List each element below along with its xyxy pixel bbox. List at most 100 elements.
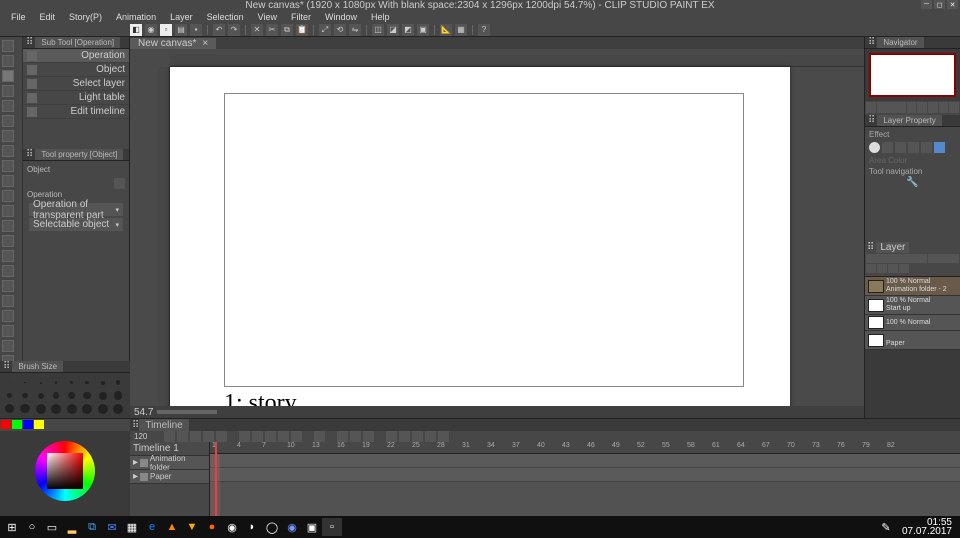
maximize-button[interactable]: ◻ xyxy=(934,0,945,9)
search-icon[interactable] xyxy=(114,178,125,189)
tl-addcel-icon[interactable] xyxy=(337,431,348,442)
tl-delkey-icon[interactable] xyxy=(399,431,410,442)
tl-split-icon[interactable] xyxy=(425,431,436,442)
panel-grip-icon[interactable]: ⠿ xyxy=(868,115,875,126)
frame-tool-icon[interactable] xyxy=(2,310,14,322)
system-clock[interactable]: 01:55 07.07.2017 xyxy=(896,518,958,536)
menu-file[interactable]: File xyxy=(4,12,33,22)
brush-size-cell[interactable] xyxy=(97,377,108,388)
layer-item[interactable]: 100 % Normal xyxy=(865,315,960,331)
tl-zoom-in-icon[interactable] xyxy=(203,431,214,442)
select-all-icon[interactable]: ◫ xyxy=(372,24,384,36)
nav-zoom-slider[interactable] xyxy=(877,102,906,113)
eyedropper-icon[interactable] xyxy=(2,145,14,157)
subtool-item[interactable]: Edit timeline xyxy=(23,105,129,119)
brush-size-cell[interactable] xyxy=(51,377,62,388)
taskview-icon[interactable]: ▭ xyxy=(42,518,62,536)
color-swatch[interactable] xyxy=(23,420,33,429)
border-icon[interactable]: ▣ xyxy=(417,24,429,36)
brush-size-cell[interactable] xyxy=(97,390,108,401)
discord-icon[interactable]: ◉ xyxy=(282,518,302,536)
app2-icon[interactable]: ▣ xyxy=(302,518,322,536)
brush-size-cell[interactable] xyxy=(4,403,15,414)
tl-next-icon[interactable] xyxy=(278,431,289,442)
rotate-icon[interactable]: ⟲ xyxy=(334,24,346,36)
calc-icon[interactable]: ▦ xyxy=(122,518,142,536)
brush-size-cell[interactable] xyxy=(97,403,108,414)
tl-prev-icon[interactable] xyxy=(252,431,263,442)
color-swatch[interactable] xyxy=(34,420,44,429)
tl-settings-icon[interactable] xyxy=(177,431,188,442)
cortana-icon[interactable]: ○ xyxy=(22,518,42,536)
tl-loop-icon[interactable] xyxy=(314,431,325,442)
nav-rotate-left-icon[interactable] xyxy=(928,102,938,113)
layerprop-tab[interactable]: Layer Property xyxy=(877,115,941,126)
clip-studio-icon[interactable]: ◧ xyxy=(130,24,142,36)
playhead[interactable] xyxy=(215,442,217,522)
track-label[interactable]: ▸Animation folder xyxy=(130,456,209,470)
menu-help[interactable]: Help xyxy=(364,12,397,22)
close-button[interactable]: ✕ xyxy=(947,0,958,9)
brush-size-cell[interactable] xyxy=(20,403,31,414)
layers-tab[interactable]: Layer xyxy=(876,242,909,253)
save-icon[interactable]: ▪ xyxy=(190,24,202,36)
wand-tool-icon[interactable] xyxy=(2,115,14,127)
pen-tablet-icon[interactable]: ✎ xyxy=(876,518,896,536)
airbrush-tool-icon[interactable] xyxy=(2,205,14,217)
blend-mode-dropdown[interactable] xyxy=(866,254,927,263)
selectable-object-dropdown[interactable]: Selectable object xyxy=(29,218,123,231)
chrome-icon[interactable]: ◉ xyxy=(222,518,242,536)
timeline-ruler[interactable]: 1471013161922252831343740434649525558616… xyxy=(210,442,960,454)
fill-tool-icon[interactable] xyxy=(2,265,14,277)
toolprop-tab[interactable]: Tool property [Object] xyxy=(35,149,123,160)
subtool-item[interactable]: Select layer xyxy=(23,77,129,91)
obs-icon[interactable]: ◯ xyxy=(262,518,282,536)
color-wheel[interactable] xyxy=(35,441,95,501)
tone-effect-icon[interactable] xyxy=(882,142,893,153)
transparent-part-dropdown[interactable]: Operation of transparent part xyxy=(29,203,123,216)
brush-size-cell[interactable] xyxy=(20,390,31,401)
brush-size-cell[interactable] xyxy=(66,377,77,388)
layer-color-icon[interactable] xyxy=(895,142,906,153)
tl-spec-icon[interactable] xyxy=(363,431,374,442)
nav-zoom-out-icon[interactable] xyxy=(866,102,876,113)
tl-onion-icon[interactable] xyxy=(216,431,227,442)
gray-icon[interactable] xyxy=(908,142,919,153)
tl-last-icon[interactable] xyxy=(291,431,302,442)
subtool-tab[interactable]: Sub Tool [Operation] xyxy=(35,37,120,48)
menu-view[interactable]: View xyxy=(251,12,284,22)
vlc-icon[interactable]: ▲ xyxy=(162,518,182,536)
firefox-icon[interactable]: ● xyxy=(202,518,222,536)
timeline-track[interactable] xyxy=(210,454,960,468)
menu-filter[interactable]: Filter xyxy=(284,12,318,22)
nav-flip-icon[interactable] xyxy=(949,102,959,113)
tl-new-icon[interactable] xyxy=(164,431,175,442)
border-effect-icon[interactable] xyxy=(869,142,880,153)
figure-tool-icon[interactable] xyxy=(2,295,14,307)
tl-play-icon[interactable] xyxy=(265,431,276,442)
open-icon[interactable]: ▤ xyxy=(175,24,187,36)
color-swatch[interactable] xyxy=(12,420,22,429)
gradient-tool-icon[interactable] xyxy=(2,280,14,292)
menu-selection[interactable]: Selection xyxy=(200,12,251,22)
canvas-tab[interactable]: New canvas*× xyxy=(130,38,216,49)
menu-layer[interactable]: Layer xyxy=(163,12,200,22)
steam-icon[interactable]: ◗ xyxy=(242,518,262,536)
panel-grip-icon[interactable]: ⠿ xyxy=(867,242,874,253)
layer-item[interactable]: Paper xyxy=(865,331,960,350)
subtool-item[interactable]: Light table xyxy=(23,91,129,105)
brush-size-cell[interactable] xyxy=(82,390,93,401)
explorer-icon[interactable]: ▂ xyxy=(62,518,82,536)
brush-size-cell[interactable] xyxy=(113,390,124,401)
snap-grid-icon[interactable]: ▦ xyxy=(455,24,467,36)
text-tool-icon[interactable] xyxy=(2,340,14,352)
edge-icon[interactable]: e xyxy=(142,518,162,536)
tl-key-icon[interactable] xyxy=(386,431,397,442)
navigator-tab[interactable]: Navigator xyxy=(877,37,923,48)
brush-size-cell[interactable] xyxy=(20,377,31,388)
move-tool-icon[interactable] xyxy=(2,55,14,67)
tl-first-icon[interactable] xyxy=(239,431,250,442)
tl-clip-icon[interactable] xyxy=(412,431,423,442)
menu-animation[interactable]: Animation xyxy=(109,12,163,22)
subtool-item[interactable]: Object xyxy=(23,63,129,77)
